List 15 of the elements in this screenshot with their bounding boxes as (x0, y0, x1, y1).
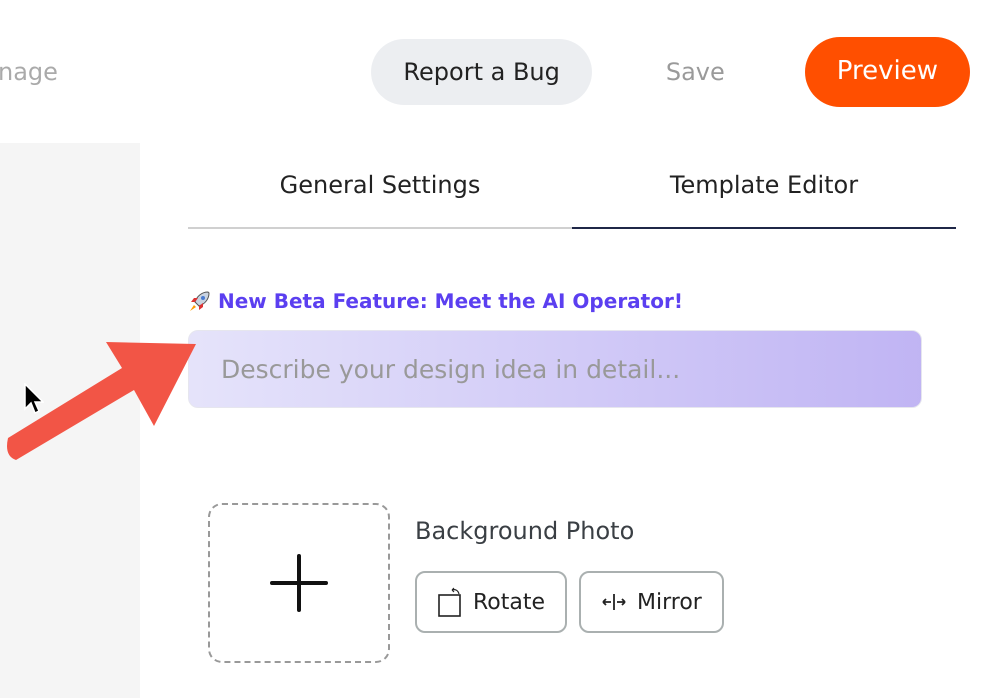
rotate-icon (437, 587, 463, 617)
rocket-icon (188, 289, 212, 313)
beta-feature-label: New Beta Feature: Meet the AI Operator! (218, 288, 683, 315)
mirror-icon (601, 593, 628, 611)
plus-icon (270, 554, 328, 612)
background-photo-label: Background Photo (415, 516, 636, 547)
page-title: nage (0, 56, 58, 88)
tab[interactable]: General Settings (188, 143, 572, 229)
report-bug-button[interactable]: Report a Bug (371, 38, 592, 104)
ai-prompt-field[interactable]: Describe your design idea in detail... (188, 330, 922, 408)
upload-photo-button[interactable] (208, 503, 390, 663)
mirror-button[interactable]: Mirror (579, 571, 724, 633)
tab[interactable]: Template Editor (572, 143, 956, 229)
rotate-button[interactable]: Rotate (415, 571, 568, 633)
cursor-icon (24, 383, 44, 415)
